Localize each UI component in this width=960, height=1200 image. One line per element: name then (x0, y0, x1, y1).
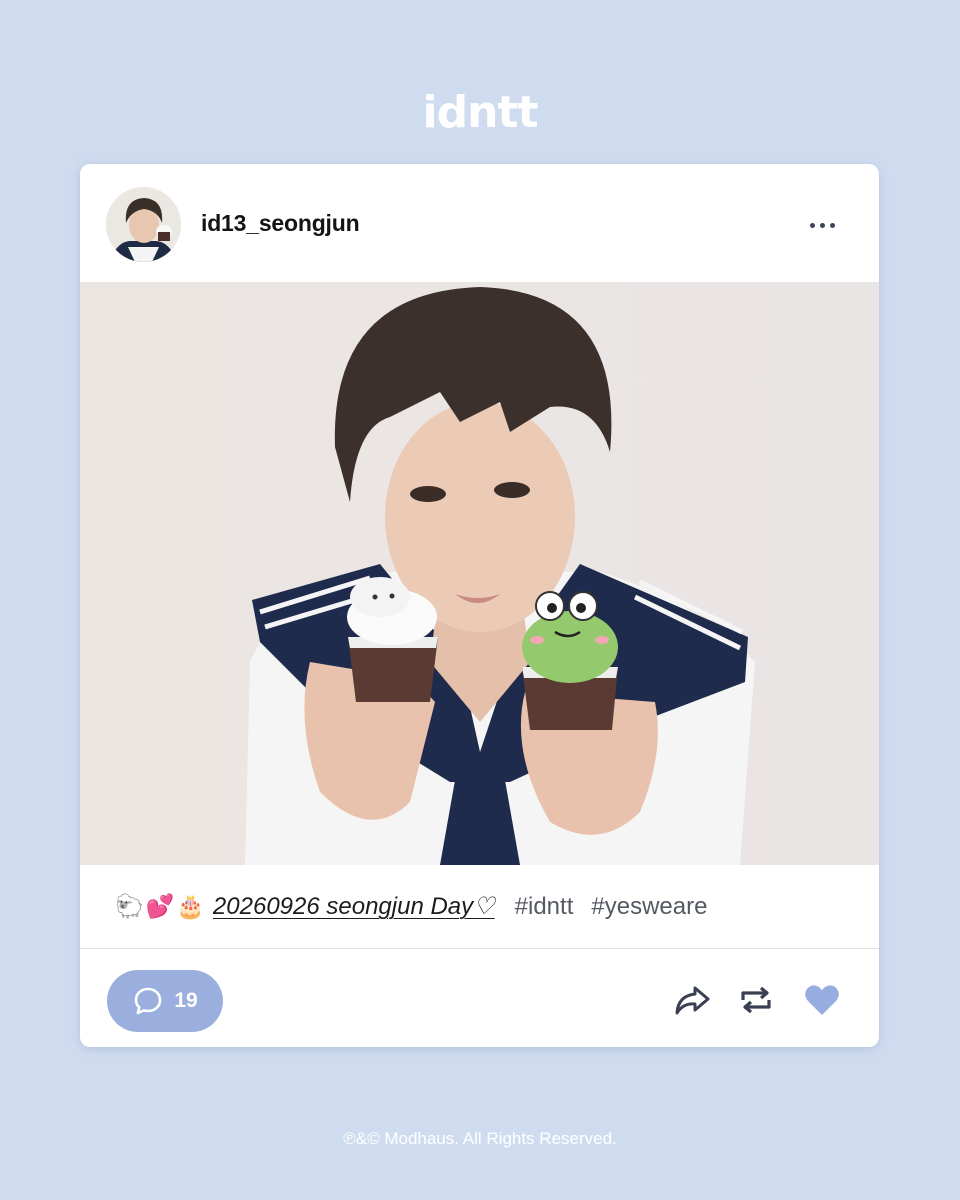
comment-count: 19 (174, 989, 198, 1012)
two-hearts-emoji: 💕 (145, 893, 175, 919)
post-caption: 🐑 💕 🎂 20260926 seongjun Day♡ #idntt #yes… (80, 865, 879, 949)
comment-icon (135, 987, 162, 1015)
post-actions: 19 (80, 950, 879, 1047)
post-title-link[interactable]: 20260926 seongjun Day♡ (213, 892, 495, 921)
post-image (80, 282, 879, 865)
avatar-photo (106, 187, 181, 262)
copyright-footer: ℗&© Modhaus. All Rights Reserved. (343, 1129, 617, 1148)
more-dot (809, 222, 815, 228)
caption-emojis: 🐑 💕 🎂 (115, 893, 205, 920)
hashtag-idntt[interactable]: #idntt (515, 893, 574, 921)
birthday-cake-emoji: 🎂 (176, 893, 205, 919)
more-dot (829, 222, 835, 228)
post-card: id13_seongjun 🐑 💕 🎂 20260926 seongjun Da… (80, 164, 879, 1047)
sheep-emoji: 🐑 (115, 893, 144, 919)
hashtag-yesweare[interactable]: #yesweare (591, 893, 707, 921)
post-photo[interactable] (80, 282, 879, 865)
comment-button[interactable]: 19 (107, 970, 223, 1032)
heart-icon[interactable] (802, 980, 842, 1020)
avatar[interactable] (106, 187, 181, 262)
username[interactable]: id13_seongjun (201, 208, 360, 238)
share-icon[interactable] (672, 980, 712, 1020)
brand-logo: idntt (422, 87, 539, 138)
repost-icon[interactable] (736, 980, 776, 1020)
more-options-icon[interactable] (802, 212, 842, 238)
post-header: id13_seongjun (80, 164, 879, 282)
more-dot (819, 222, 825, 228)
